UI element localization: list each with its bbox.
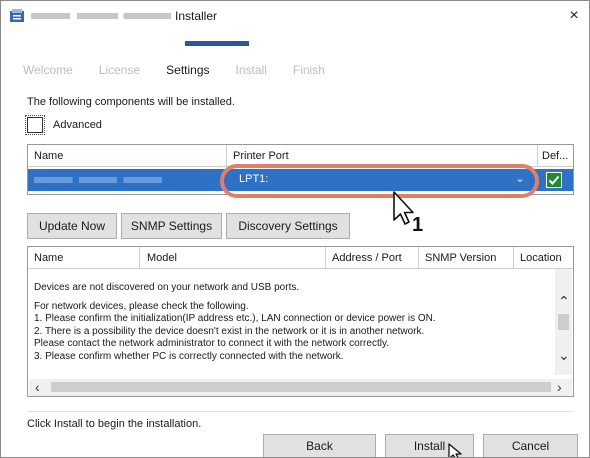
snmp-settings-button[interactable]: SNMP Settings — [121, 213, 222, 239]
column-divider[interactable] — [513, 247, 514, 269]
no-devices-message: Devices are not discovered on your netwo… — [34, 282, 552, 363]
installer-app-icon — [10, 9, 24, 22]
step-settings: Settings — [166, 63, 210, 77]
step-finish: Finish — [292, 63, 325, 77]
message-line: Please contact the network administrator… — [34, 338, 389, 349]
col-name[interactable]: Name — [34, 252, 63, 264]
col-address-port[interactable]: Address / Port — [332, 252, 402, 264]
title-bar: Installer × — [1, 1, 589, 31]
message-line: 3. Please confirm whether PC is correctl… — [34, 350, 344, 362]
message-line: Devices are not discovered on your netwo… — [34, 282, 300, 293]
step-number-badge: 1 — [412, 214, 424, 236]
devices-table-header: Name Model Address / Port SNMP Version L… — [28, 247, 573, 269]
step-welcome: Welcome — [23, 63, 73, 77]
cancel-button[interactable]: Cancel — [483, 434, 578, 457]
scroll-thumb[interactable] — [51, 382, 551, 392]
column-divider[interactable] — [537, 145, 538, 167]
window-title: Installer — [175, 9, 218, 23]
col-name[interactable]: Name — [34, 150, 63, 162]
vertical-scrollbar[interactable]: ⌃ ⌄ — [555, 269, 572, 375]
col-printer-port[interactable]: Printer Port — [233, 150, 289, 162]
scroll-up-icon[interactable]: ⌃ — [558, 293, 570, 309]
update-now-button[interactable]: Update Now — [27, 213, 117, 239]
message-line: For network devices, please check the fo… — [34, 300, 249, 312]
devices-table: Name Model Address / Port SNMP Version L… — [27, 246, 574, 397]
advanced-label: Advanced — [53, 119, 102, 131]
checkmark-icon — [548, 175, 560, 185]
redacted-product-name — [31, 13, 171, 19]
col-model[interactable]: Model — [147, 252, 177, 264]
highlight-callout — [220, 164, 539, 198]
wizard-navigation: Back Install Cancel — [1, 434, 589, 457]
column-divider[interactable] — [418, 247, 419, 269]
installer-window: Installer × Welcome License Settings Ins… — [0, 0, 590, 458]
redacted-component-name — [34, 177, 162, 183]
discovery-settings-button[interactable]: Discovery Settings — [226, 213, 350, 239]
horizontal-scrollbar[interactable]: ‹ › — [29, 379, 572, 396]
intro-text: The following components will be install… — [27, 96, 235, 108]
scroll-thumb[interactable] — [558, 314, 569, 330]
divider — [27, 411, 574, 412]
mouse-pointer-icon — [448, 443, 462, 457]
col-default[interactable]: Def... — [542, 150, 568, 162]
column-divider[interactable] — [226, 145, 227, 167]
back-button[interactable]: Back — [263, 434, 376, 457]
close-button[interactable]: × — [561, 5, 587, 27]
step-license: License — [98, 63, 141, 77]
col-location[interactable]: Location — [520, 252, 562, 264]
scroll-left-icon[interactable]: ‹ — [35, 379, 40, 395]
scroll-down-icon[interactable]: ⌄ — [558, 347, 570, 363]
scroll-right-icon[interactable]: › — [557, 379, 562, 395]
advanced-checkbox[interactable] — [25, 115, 45, 135]
column-divider[interactable] — [325, 247, 326, 269]
footer-instruction: Click Install to begin the installation. — [27, 418, 202, 430]
message-line: 1. Please confirm the initialization(IP … — [34, 313, 436, 324]
message-line: 2. There is a possibility the device doe… — [34, 325, 425, 337]
default-printer-checkbox[interactable] — [546, 172, 562, 188]
column-divider[interactable] — [139, 247, 140, 269]
step-install: Install — [235, 63, 267, 77]
device-actions: Update Now SNMP Settings Discovery Setti… — [27, 213, 354, 239]
current-step-indicator — [185, 41, 249, 46]
wizard-steps: Welcome License Settings Install Finish — [23, 63, 351, 77]
col-snmp-version[interactable]: SNMP Version — [425, 252, 496, 264]
